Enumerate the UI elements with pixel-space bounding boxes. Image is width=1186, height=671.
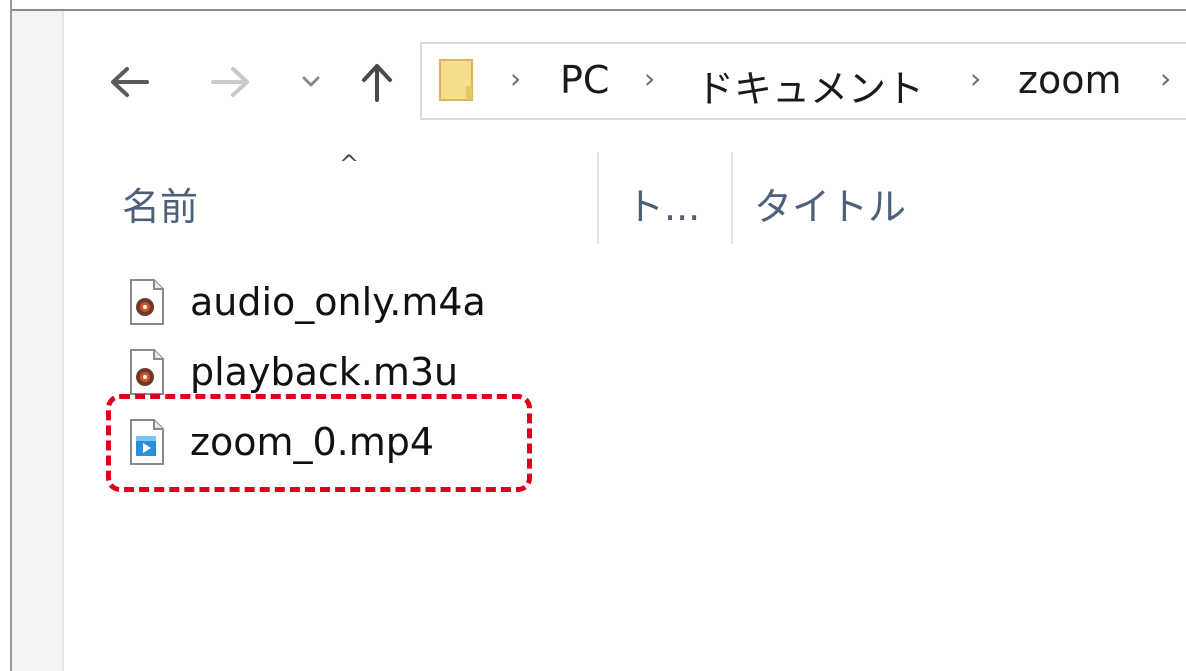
breadcrumb-separator: › <box>970 62 982 95</box>
recent-locations-button[interactable] <box>296 58 326 106</box>
column-header-title[interactable]: タイトル <box>754 176 906 231</box>
video-file-icon <box>128 418 166 466</box>
arrow-left-icon <box>107 64 151 100</box>
arrow-right-icon <box>209 64 253 100</box>
audio-file-icon <box>128 348 166 396</box>
breadcrumb-separator: › <box>644 62 656 95</box>
back-button[interactable] <box>104 58 154 106</box>
breadcrumb-separator: › <box>510 62 522 95</box>
window-left-edge <box>0 0 12 671</box>
breadcrumb-documents[interactable]: ドキュメント <box>696 58 924 113</box>
column-divider[interactable] <box>597 152 599 244</box>
breadcrumb-pc[interactable]: PC <box>560 58 609 102</box>
window-top-edge <box>0 0 1186 11</box>
file-name[interactable]: zoom_0.mp4 <box>190 420 434 464</box>
address-bar[interactable]: › PC › ドキュメント › zoom › <box>420 42 1186 120</box>
chevron-down-icon <box>301 75 321 89</box>
navigation-pane[interactable] <box>12 11 64 671</box>
forward-button[interactable] <box>206 58 256 106</box>
file-explorer-window: › PC › ドキュメント › zoom › ^ 名前 ト... タイトル au… <box>0 0 1186 671</box>
up-button[interactable] <box>352 58 402 106</box>
sort-ascending-icon: ^ <box>339 150 360 178</box>
column-header-type[interactable]: ト... <box>626 176 700 231</box>
breadcrumb-separator: › <box>1160 62 1172 95</box>
file-row[interactable]: audio_only.m4a <box>128 272 486 332</box>
arrow-up-icon <box>359 60 395 104</box>
file-name[interactable]: audio_only.m4a <box>190 280 486 324</box>
column-header-name[interactable]: 名前 <box>122 176 198 231</box>
file-row[interactable]: zoom_0.mp4 <box>128 412 434 472</box>
folder-icon <box>438 56 474 106</box>
file-name[interactable]: playback.m3u <box>190 350 458 394</box>
audio-file-icon <box>128 278 166 326</box>
breadcrumb-zoom[interactable]: zoom <box>1018 58 1121 102</box>
column-divider[interactable] <box>731 152 733 244</box>
file-row[interactable]: playback.m3u <box>128 342 458 402</box>
